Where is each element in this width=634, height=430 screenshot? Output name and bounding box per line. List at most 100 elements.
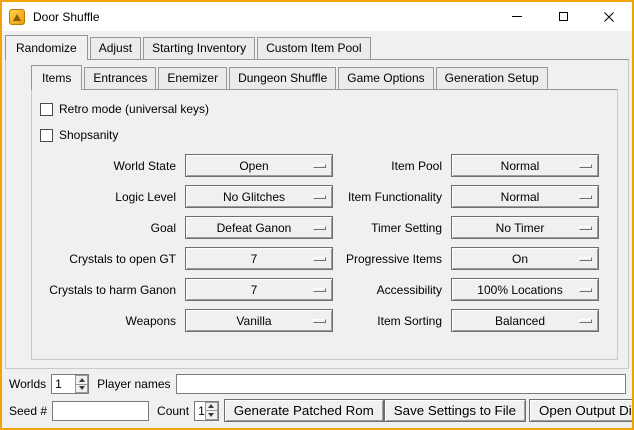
crystals-harm-ganon-value: 7 [251,283,268,297]
seed-row: Seed # Count 1 Generate Patched Rom Save… [9,399,627,422]
bottom-bar: Worlds 1 Player names Seed # Count 1 [2,369,632,428]
worlds-spinner-arrows [75,375,88,393]
worlds-value: 1 [52,375,75,393]
close-button[interactable] [586,2,632,31]
dropdown-indicator-icon [579,319,592,323]
shopsanity-label: Shopsanity [59,128,118,142]
app-window: Door Shuffle Randomize Adjust Starting I… [0,0,634,430]
dropdown-indicator-icon [313,319,326,323]
world-state-dropdown[interactable]: Open [185,154,333,177]
save-settings-button[interactable]: Save Settings to File [384,399,526,422]
randomize-pane: Items Entrances Enemizer Dungeon Shuffle… [5,59,629,369]
count-value: 1 [195,402,205,420]
item-pool-dropdown[interactable]: Normal [451,154,599,177]
shopsanity-checkbox[interactable]: Shopsanity [40,128,611,142]
item-pool-label: Item Pool [340,159,444,173]
progressive-items-dropdown[interactable]: On [451,247,599,270]
checkbox-icon[interactable] [40,103,53,116]
spin-up-icon[interactable] [205,402,218,412]
item-functionality-dropdown[interactable]: Normal [451,185,599,208]
tab-dungeon-shuffle[interactable]: Dungeon Shuffle [229,67,336,89]
crystals-harm-ganon-dropdown[interactable]: 7 [185,278,333,301]
dropdown-indicator-icon [313,257,326,261]
tab-generation-setup[interactable]: Generation Setup [436,67,548,89]
tab-entrances[interactable]: Entrances [84,67,156,89]
tab-adjust[interactable]: Adjust [90,37,141,59]
accessibility-label: Accessibility [340,283,444,297]
progressive-items-label: Progressive Items [340,252,444,266]
tab-enemizer[interactable]: Enemizer [158,67,227,89]
weapons-label: Weapons [38,314,178,328]
player-names-label: Player names [97,377,170,391]
crystals-open-gt-dropdown[interactable]: 7 [185,247,333,270]
spin-up-icon[interactable] [75,375,88,385]
main-tab-bar: Randomize Adjust Starting Inventory Cust… [2,35,632,59]
options-grid: World State Open Item Pool Normal Logic … [38,154,611,332]
tab-randomize[interactable]: Randomize [5,35,88,60]
sub-tab-bar: Items Entrances Enemizer Dungeon Shuffle… [28,65,628,89]
accessibility-dropdown[interactable]: 100% Locations [451,278,599,301]
progressive-items-value: On [512,252,538,266]
count-spinner[interactable]: 1 [194,401,219,421]
goal-label: Goal [38,221,178,235]
logic-level-dropdown[interactable]: No Glitches [185,185,333,208]
timer-setting-dropdown[interactable]: No Timer [451,216,599,239]
caption-buttons [494,2,632,31]
dropdown-indicator-icon [579,288,592,292]
tab-game-options[interactable]: Game Options [338,67,433,89]
count-spinner-arrows [205,402,218,420]
item-pool-value: Normal [501,159,550,173]
app-icon [9,9,25,25]
crystals-open-gt-label: Crystals to open GT [38,252,178,266]
crystals-harm-ganon-label: Crystals to harm Ganon [38,283,178,297]
world-state-value: Open [239,159,278,173]
item-sorting-value: Balanced [495,314,555,328]
goal-value: Defeat Ganon [217,221,302,235]
dropdown-indicator-icon [579,195,592,199]
crystals-open-gt-value: 7 [251,252,268,266]
spin-down-icon[interactable] [75,385,88,394]
goal-dropdown[interactable]: Defeat Ganon [185,216,333,239]
checkbox-icon[interactable] [40,129,53,142]
generate-patched-rom-button[interactable]: Generate Patched Rom [224,399,384,422]
worlds-label: Worlds [9,377,46,391]
logic-level-value: No Glitches [223,190,295,204]
items-pane: Retro mode (universal keys) Shopsanity W… [31,89,618,360]
dropdown-indicator-icon [313,195,326,199]
worlds-row: Worlds 1 Player names [9,374,627,394]
tab-custom-item-pool[interactable]: Custom Item Pool [257,37,370,59]
window-title: Door Shuffle [33,10,100,24]
weapons-dropdown[interactable]: Vanilla [185,309,333,332]
player-names-input[interactable] [176,374,627,394]
dropdown-indicator-icon [579,164,592,168]
dropdown-indicator-icon [313,226,326,230]
titlebar[interactable]: Door Shuffle [2,2,632,31]
worlds-spinner[interactable]: 1 [51,374,89,394]
tab-starting-inventory[interactable]: Starting Inventory [143,37,255,59]
spin-down-icon[interactable] [205,411,218,420]
item-sorting-label: Item Sorting [340,314,444,328]
dropdown-indicator-icon [313,288,326,292]
minimize-icon [512,16,522,17]
dropdown-indicator-icon [313,164,326,168]
accessibility-value: 100% Locations [477,283,572,297]
weapons-value: Vanilla [236,314,281,328]
retro-mode-label: Retro mode (universal keys) [59,102,209,116]
seed-input[interactable] [52,401,149,421]
timer-setting-label: Timer Setting [340,221,444,235]
retro-mode-checkbox[interactable]: Retro mode (universal keys) [40,102,611,116]
logic-level-label: Logic Level [38,190,178,204]
maximize-button[interactable] [540,2,586,31]
item-functionality-value: Normal [501,190,550,204]
count-label: Count [157,404,189,418]
open-output-directory-button[interactable]: Open Output Directory [529,399,634,422]
world-state-label: World State [38,159,178,173]
dropdown-indicator-icon [579,257,592,261]
minimize-button[interactable] [494,2,540,31]
tab-items[interactable]: Items [31,65,82,90]
dropdown-indicator-icon [579,226,592,230]
seed-label: Seed # [9,404,47,418]
item-sorting-dropdown[interactable]: Balanced [451,309,599,332]
close-icon [604,12,614,22]
maximize-icon [559,12,568,21]
